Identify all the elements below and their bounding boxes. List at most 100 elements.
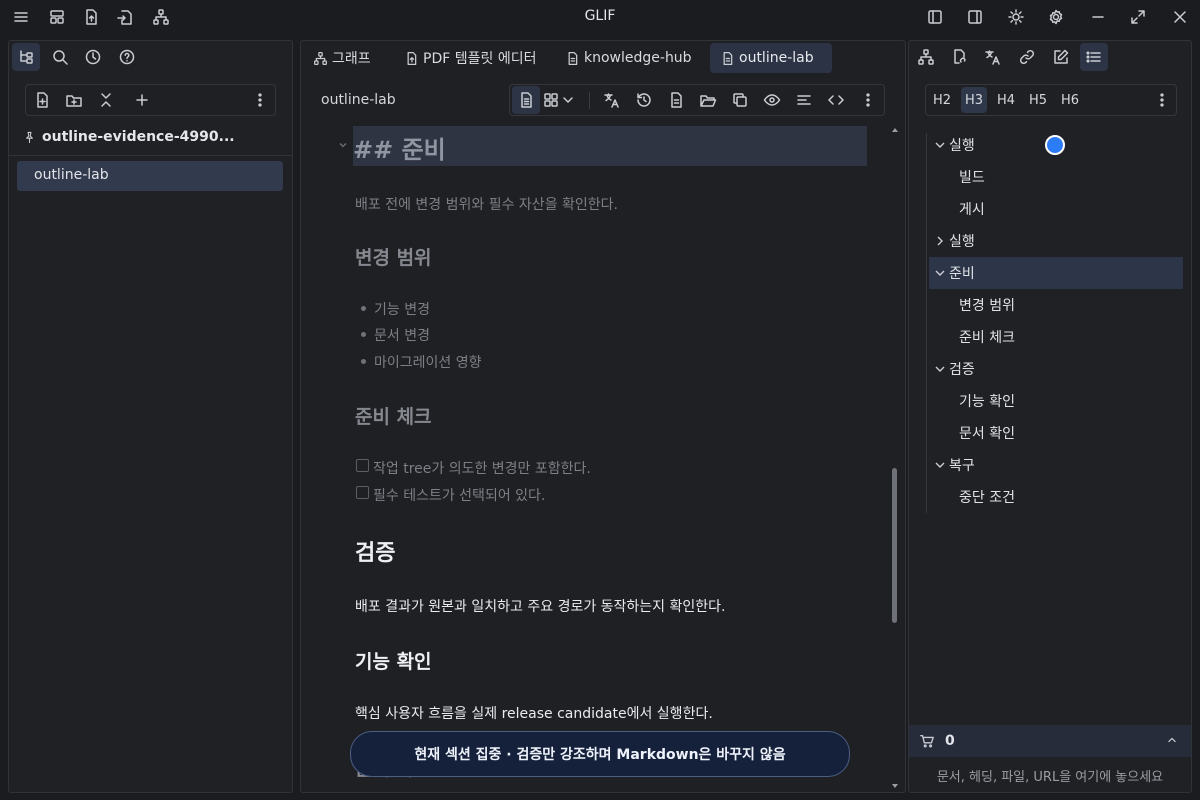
heading-level-h4[interactable]: H4 <box>993 87 1019 113</box>
more-options-icon[interactable] <box>1148 86 1176 114</box>
outline-item[interactable]: 변경 범위 <box>929 289 1183 321</box>
fold-chevron-icon[interactable] <box>337 139 349 151</box>
recent-clock-icon[interactable] <box>79 43 107 71</box>
history-icon[interactable] <box>630 86 658 114</box>
sitemap-icon[interactable] <box>150 6 172 28</box>
translate-icon[interactable] <box>979 43 1007 71</box>
outline-item-label: 빌드 <box>959 170 985 186</box>
outline-item[interactable]: 준비 체크 <box>929 321 1183 353</box>
editor-content[interactable]: ## 준비 배포 전에 변경 범위와 필수 자산을 확인한다. 변경 범위 기능… <box>301 125 891 793</box>
new-folder-icon[interactable] <box>60 86 88 114</box>
minimize-icon[interactable] <box>1087 6 1109 28</box>
graph-icon[interactable] <box>912 43 940 71</box>
list-item: 마이그레이션 영향 <box>374 355 482 371</box>
more-options-icon[interactable] <box>246 86 274 114</box>
tab-graph[interactable]: 그래프 <box>303 43 381 73</box>
divider <box>9 155 292 156</box>
theme-sun-icon[interactable] <box>1005 6 1027 28</box>
editor-panel: 그래프 PDF 템플릿 에디터 knowledge-hub outline-la… <box>300 40 906 793</box>
file-tree-icon[interactable] <box>12 43 40 71</box>
chevron-down-icon[interactable] <box>933 138 947 152</box>
outline-item[interactable]: 기능 확인 <box>929 385 1183 417</box>
heading-level-h2[interactable]: H2 <box>929 87 955 113</box>
tab-knowledge-hub[interactable]: knowledge-hub <box>555 43 702 73</box>
edit-icon[interactable] <box>1047 43 1075 71</box>
chevron-down-icon[interactable] <box>933 362 947 376</box>
file-export-icon <box>407 51 417 65</box>
new-file-icon[interactable] <box>28 86 56 114</box>
file-text-icon[interactable] <box>662 86 690 114</box>
toggle-right-sidebar-icon[interactable] <box>964 6 986 28</box>
file-link-icon[interactable] <box>945 43 973 71</box>
outline-item-label: 복구 <box>949 458 975 474</box>
basket-bar[interactable]: 0 <box>909 725 1191 757</box>
close-icon[interactable] <box>1169 6 1191 28</box>
document-view-icon[interactable] <box>512 86 540 114</box>
preview-eye-icon[interactable] <box>758 86 786 114</box>
settings-gear-icon[interactable] <box>1045 6 1067 28</box>
document-icon <box>723 51 733 65</box>
outline-item-label: 준비 체크 <box>959 330 1015 346</box>
editor-scrollbar[interactable] <box>890 126 900 794</box>
outline-item-label: 기능 확인 <box>959 394 1015 410</box>
add-icon[interactable] <box>128 86 156 114</box>
copy-icon[interactable] <box>726 86 754 114</box>
help-icon[interactable] <box>113 43 141 71</box>
align-left-icon[interactable] <box>790 86 818 114</box>
chevron-down-icon[interactable] <box>933 266 947 280</box>
outline-list-icon[interactable] <box>1080 43 1108 71</box>
chevron-down-icon[interactable] <box>558 86 578 114</box>
file-upload-icon[interactable] <box>80 6 102 28</box>
outline-item[interactable]: 복구 <box>929 449 1183 481</box>
outline-item[interactable]: 실행 <box>929 225 1183 257</box>
collapse-all-icon[interactable] <box>92 86 120 114</box>
toggle-left-sidebar-icon[interactable] <box>924 6 946 28</box>
file-import-icon[interactable] <box>114 6 136 28</box>
cart-icon <box>920 735 934 748</box>
layout-icon[interactable] <box>46 6 68 28</box>
heading-level-h5[interactable]: H5 <box>1025 87 1051 113</box>
outline-item[interactable]: 게시 <box>929 193 1183 225</box>
search-icon[interactable] <box>46 43 74 71</box>
drop-zone-hint: 문서, 헤딩, 파일, URL을 여기에 놓으세요 <box>936 770 1164 785</box>
vault-name-label: outline-evidence-4990... <box>42 129 235 145</box>
tab-bar: 그래프 PDF 템플릿 에디터 knowledge-hub outline-la… <box>301 41 907 77</box>
scrollbar-thumb[interactable] <box>892 468 897 623</box>
folder-open-icon[interactable] <box>694 86 722 114</box>
task-checkbox[interactable] <box>356 486 369 499</box>
heading-source-line[interactable]: ## 준비 <box>353 126 867 166</box>
heading-level-h3[interactable]: H3 <box>961 87 987 113</box>
file-explorer-panel: outline-evidence-4990... outline-lab <box>8 40 293 793</box>
tab-pdf-template-editor[interactable]: PDF 템플릿 에디터 <box>394 43 546 73</box>
vault-name[interactable]: outline-evidence-4990... <box>23 129 235 145</box>
task-checkbox[interactable] <box>356 459 369 472</box>
chevron-up-icon[interactable] <box>1165 733 1179 747</box>
editor-toolbar <box>509 84 885 116</box>
drag-handle-dot[interactable] <box>1045 135 1065 155</box>
chevron-down-icon[interactable] <box>933 458 947 472</box>
chevron-right-icon[interactable] <box>933 234 947 248</box>
file-item-outline-lab[interactable]: outline-lab <box>17 161 283 191</box>
more-options-icon[interactable] <box>854 86 882 114</box>
document-icon <box>568 51 578 65</box>
outline-item[interactable]: 빌드 <box>929 161 1183 193</box>
maximize-icon[interactable] <box>1127 6 1149 28</box>
outline-item[interactable]: 문서 확인 <box>929 417 1183 449</box>
code-icon[interactable] <box>822 86 850 114</box>
scroll-up-icon[interactable] <box>890 126 900 134</box>
tab-outline-lab[interactable]: outline-lab <box>710 43 832 73</box>
focus-mode-banner[interactable]: 현재 섹션 집중 · 검증만 강조하며 Markdown은 바꾸지 않음 <box>350 731 850 777</box>
menu-icon[interactable] <box>10 6 32 28</box>
outline-item[interactable]: 검증 <box>929 353 1183 385</box>
translate-icon[interactable] <box>598 86 626 114</box>
outline-item[interactable]: 준비 <box>929 257 1183 289</box>
outline-item[interactable]: 중단 조건 <box>929 481 1183 513</box>
heading-level-toolbar: H2 H3 H4 H5 H6 <box>925 84 1177 116</box>
scroll-down-icon[interactable] <box>890 782 900 790</box>
bullet-dot <box>361 332 366 337</box>
link-icon[interactable] <box>1013 43 1041 71</box>
heading-level-h6[interactable]: H6 <box>1057 87 1083 113</box>
paragraph-verify: 배포 결과가 원본과 일치하고 주요 경로가 동작하는지 확인한다. <box>355 599 726 615</box>
tree-guide-line <box>926 133 927 513</box>
outline-item-label: 검증 <box>949 362 975 378</box>
